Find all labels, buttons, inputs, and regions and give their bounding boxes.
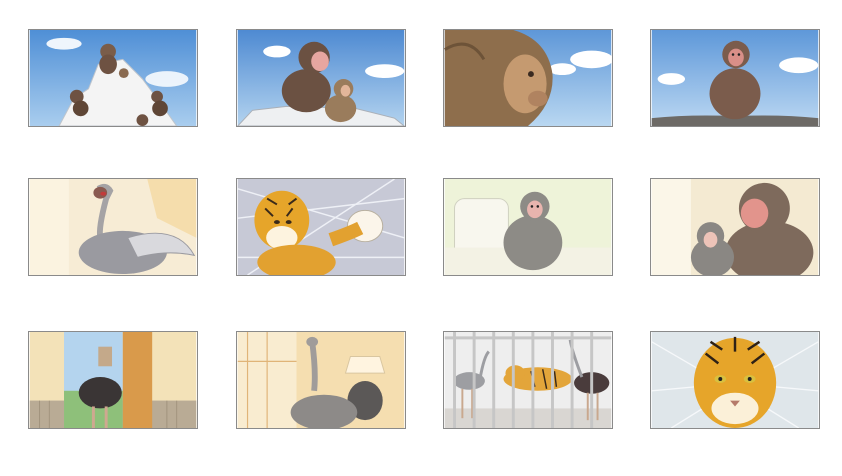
monkey-on-sofa-illustration [444, 179, 612, 275]
monkey-sitting-illustration [651, 30, 819, 126]
monkey-with-baby-illustration [237, 30, 405, 126]
panel-monkey-sitting-on-rock[interactable] [650, 29, 820, 127]
monkey-and-baby-illustration [651, 179, 819, 275]
panel-tiger-face-closeup[interactable] [650, 331, 820, 429]
panel-monkey-on-sofa[interactable] [443, 178, 613, 276]
panel-ostrich-in-doorway[interactable] [28, 331, 198, 429]
panel-ostrich-looking-back[interactable] [236, 331, 406, 429]
panel-monkey-with-baby[interactable] [236, 29, 406, 127]
storyboard-grid [0, 0, 842, 476]
ostrich-looking-back-illustration [237, 332, 405, 428]
panel-monkey-closeup[interactable] [443, 29, 613, 127]
monkeys-on-snowy-rock-illustration [29, 30, 197, 126]
monkey-closeup-illustration [444, 30, 612, 126]
tiger-punching-illustration [237, 179, 405, 275]
panel-tiger-punching[interactable] [236, 178, 406, 276]
tiger-and-ostriches-illustration [444, 332, 612, 428]
ostrich-in-doorway-illustration [29, 332, 197, 428]
ostrich-flapping-illustration [29, 179, 197, 275]
tiger-face-closeup-illustration [651, 332, 819, 428]
panel-tiger-and-ostriches-in-cage[interactable] [443, 331, 613, 429]
panel-ostrich-flapping[interactable] [28, 178, 198, 276]
panel-monkeys-on-snowy-rock[interactable] [28, 29, 198, 127]
panel-monkey-and-baby[interactable] [650, 178, 820, 276]
